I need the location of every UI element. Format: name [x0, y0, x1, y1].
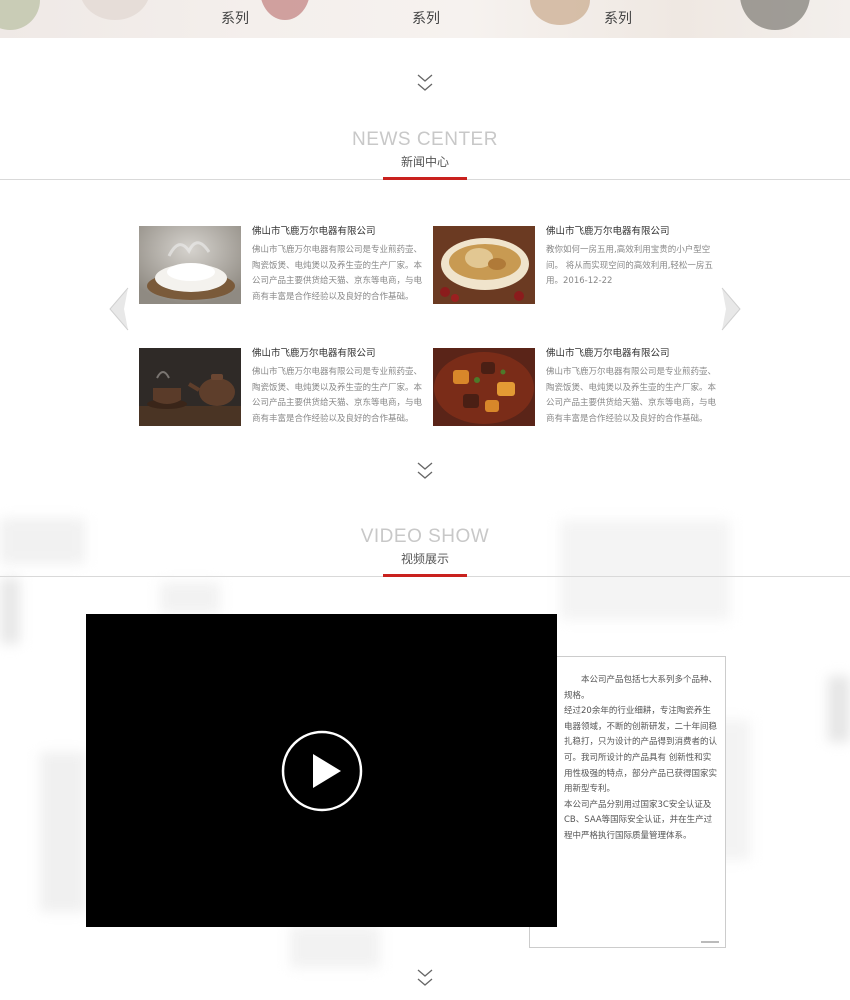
news-item[interactable]: 佛山市飞鹿万尔电器有限公司 教你如何一房五用,高效利用宝贵的小户型空间。 将从而… [433, 226, 718, 306]
video-section-title: VIDEO SHOW 视频展示 [0, 526, 850, 567]
cinnamon-image [530, 0, 590, 25]
product-series-banner: 系列 系列 系列 [0, 0, 850, 38]
background-blur-shape [290, 926, 380, 968]
news-item-desc: 佛山市飞鹿万尔电器有限公司是专业煎药壶、陶瓷饭煲、电炖煲以及养生壶的生产厂家。本… [252, 245, 423, 302]
scroll-down-chevron-icon[interactable] [415, 967, 435, 989]
news-item-title[interactable]: 佛山市飞鹿万尔电器有限公司 [252, 348, 422, 360]
series-label-1[interactable]: 系列 [221, 8, 249, 28]
news-accent-bar [383, 177, 467, 180]
background-blur-shape [0, 578, 20, 644]
braised-meat-photo[interactable] [433, 348, 535, 426]
news-item[interactable]: 佛山市飞鹿万尔电器有限公司 佛山市飞鹿万尔电器有限公司是专业煎药壶、陶瓷饭煲、电… [433, 348, 718, 428]
news-item-desc: 教你如何一房五用,高效利用宝贵的小户型空间。 将从而实现空间的高效利用,轻松一房… [546, 245, 713, 286]
info-paragraph: 经过20余年的行业细耕，专注陶瓷养生电器领域，不断的创新研发，二十年间稳扎稳打，… [564, 706, 718, 795]
pepper-bowl-image [740, 0, 810, 30]
teapot-photo[interactable] [139, 348, 241, 426]
chicken-soup-photo[interactable] [433, 226, 535, 304]
series-label-3[interactable]: 系列 [604, 8, 632, 28]
news-item-title[interactable]: 佛山市飞鹿万尔电器有限公司 [546, 348, 716, 360]
news-item[interactable]: 佛山市飞鹿万尔电器有限公司 佛山市飞鹿万尔电器有限公司是专业煎药壶、陶瓷饭煲、电… [139, 226, 424, 306]
scroll-down-chevron-icon[interactable] [415, 72, 435, 94]
background-blur-shape [160, 582, 220, 614]
company-info-text: 本公司产品包括七大系列多个品种、规格。 经过20余年的行业细耕，专注陶瓷养生电器… [564, 673, 717, 845]
steamed-rice-photo[interactable] [139, 226, 241, 304]
news-next-arrow-icon[interactable] [720, 286, 742, 332]
news-item-desc: 佛山市飞鹿万尔电器有限公司是专业煎药壶、陶瓷饭煲、电炖煲以及养生壶的生产厂家。本… [252, 367, 423, 424]
series-label-2[interactable]: 系列 [412, 8, 440, 28]
video-accent-bar [383, 574, 467, 577]
info-paragraph: 本公司产品分别用过国家3C安全认证及CB、SAA等国际安全认证，并在生产过程中严… [564, 799, 713, 841]
news-item-title[interactable]: 佛山市飞鹿万尔电器有限公司 [252, 226, 422, 238]
news-section-title: NEWS CENTER 新闻中心 [0, 129, 850, 170]
background-blur-shape [40, 752, 86, 912]
news-title-cn: 新闻中心 [400, 155, 449, 169]
scroll-down-chevron-icon[interactable] [415, 460, 435, 482]
background-blur-shape [828, 676, 850, 742]
news-title-en: NEWS CENTER [352, 129, 498, 150]
info-paragraph: 本公司产品包括七大系列多个品种、规格。 [564, 675, 718, 701]
company-info-card: 本公司产品包括七大系列多个品种、规格。 经过20余年的行业细耕，专注陶瓷养生电器… [529, 656, 726, 948]
news-item[interactable]: 佛山市飞鹿万尔电器有限公司 佛山市飞鹿万尔电器有限公司是专业煎药壶、陶瓷饭煲、电… [139, 348, 424, 428]
red-ingredient-image [260, 0, 310, 20]
play-icon[interactable] [281, 730, 363, 812]
bowl-image [80, 0, 150, 20]
info-scroll-indicator [701, 941, 719, 943]
herb-bowl-image [0, 0, 40, 30]
news-item-title[interactable]: 佛山市飞鹿万尔电器有限公司 [546, 226, 716, 238]
video-player[interactable] [86, 614, 557, 927]
news-prev-arrow-icon[interactable] [108, 286, 130, 332]
video-title-en: VIDEO SHOW [360, 526, 490, 547]
video-title-cn: 视频展示 [400, 552, 449, 566]
news-item-desc: 佛山市飞鹿万尔电器有限公司是专业煎药壶、陶瓷饭煲、电炖煲以及养生壶的生产厂家。本… [546, 367, 717, 424]
